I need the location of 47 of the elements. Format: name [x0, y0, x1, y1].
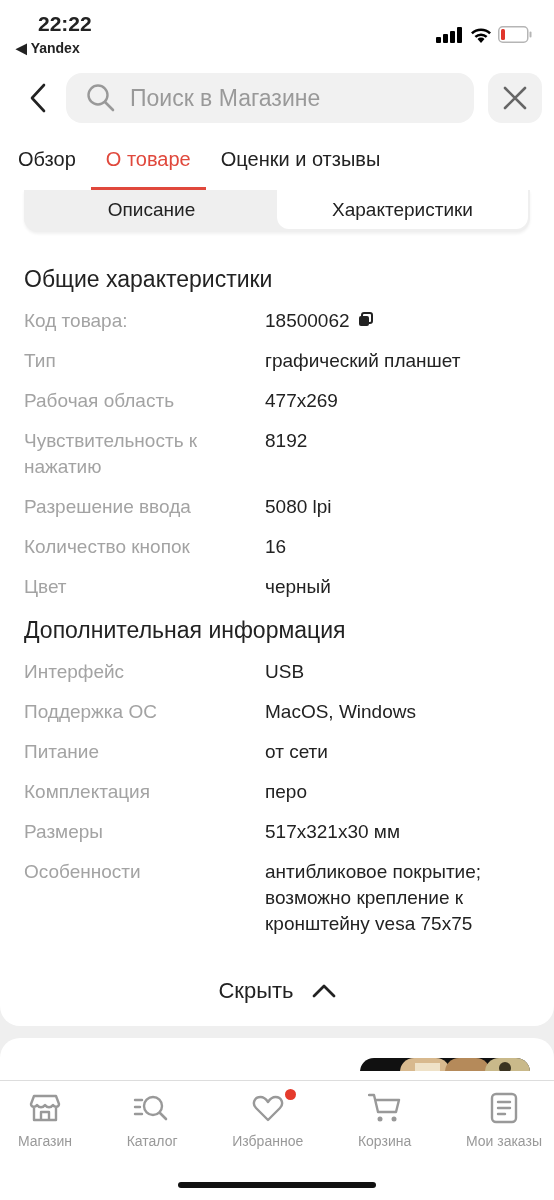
spec-label: Интерфейс	[24, 660, 126, 684]
spec-label: Комплектация	[24, 780, 151, 804]
spec-label: Тип	[24, 349, 57, 373]
copy-icon[interactable]	[357, 312, 373, 327]
spec-value: графический планшет	[265, 349, 461, 373]
cart-icon	[367, 1092, 402, 1124]
spec-value: MacOS, Windows	[265, 700, 416, 724]
spec-label: Питание	[24, 740, 100, 764]
hide-button[interactable]: Скрыть	[218, 978, 336, 1004]
spec-value: от сети	[265, 740, 328, 764]
spec-value: 18500062	[265, 309, 350, 333]
spec-value: перо	[265, 780, 307, 804]
spec-value: 517x321x30 мм	[265, 820, 400, 844]
spec-value: 477x269	[265, 389, 338, 413]
spec-label: Цвет	[24, 575, 68, 599]
spec-label: Рабочая область	[24, 389, 176, 413]
spec-value: USB	[265, 660, 305, 684]
back-to-app-link[interactable]: ◀ Yandex	[16, 40, 92, 56]
close-button[interactable]	[488, 73, 542, 123]
spec-value: 5080 lpi	[265, 495, 332, 519]
spec-value: 8192	[265, 429, 308, 453]
section-heading: Дополнительная информация	[24, 617, 347, 644]
tab[interactable]: Обзор	[3, 138, 91, 190]
spec-label: Код товара:	[24, 309, 129, 333]
shop-icon	[29, 1092, 61, 1124]
chevron-up-icon	[311, 984, 336, 998]
spec-label: Поддержка ОС	[24, 700, 158, 724]
spec-label: Размеры	[24, 820, 104, 844]
segment-tab[interactable]: Характеристики	[277, 190, 528, 229]
search-icon	[86, 83, 116, 113]
spec-label: Особенности	[24, 860, 142, 884]
spec-value: черный	[265, 575, 331, 599]
document-icon	[488, 1092, 519, 1124]
spec-value: антибликовое покрытие; возможно крепление к кронштейну vesa 75x75	[265, 860, 483, 936]
segment-tab[interactable]: Описание	[26, 190, 277, 229]
spec-label: Чувствительность к нажатию	[24, 429, 199, 479]
tab[interactable]: Оценки и отзывы	[205, 138, 396, 190]
search-field[interactable]: Поиск в Магазине	[66, 73, 474, 123]
signal-icon	[436, 26, 464, 43]
battery-icon	[498, 26, 532, 43]
heart-icon	[251, 1093, 284, 1123]
spec-label: Разрешение ввода	[24, 495, 192, 519]
spec-value: 16	[265, 535, 287, 559]
spec-label: Количество кнопок	[24, 535, 191, 559]
section-heading: Общие характеристики	[24, 266, 274, 293]
wifi-icon	[470, 26, 492, 43]
status-time: 22:22	[38, 12, 92, 36]
